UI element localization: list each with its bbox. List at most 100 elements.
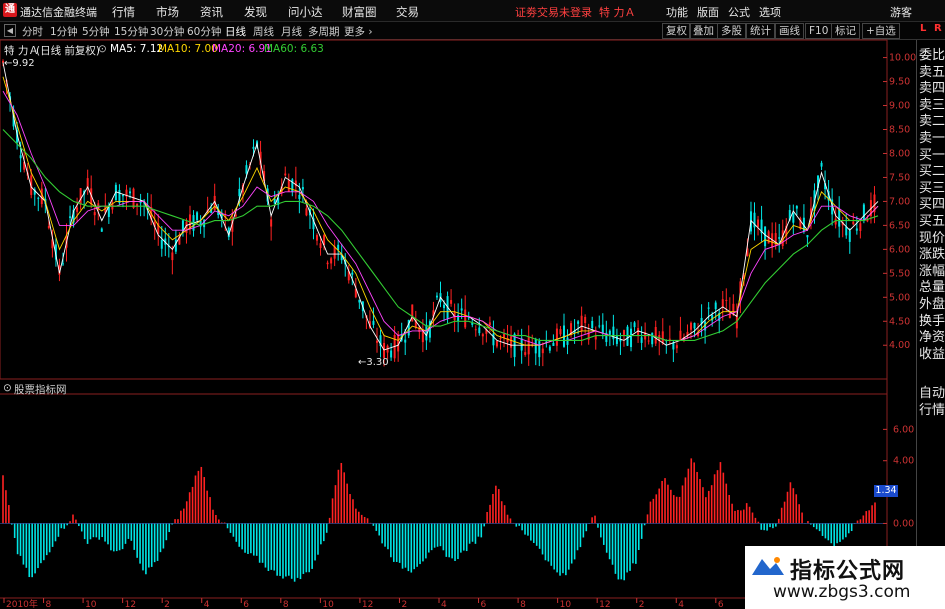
price-tick-label: 7.00 xyxy=(889,196,910,207)
candle-body xyxy=(93,212,96,216)
candle-body xyxy=(499,337,502,339)
candle-body xyxy=(404,339,407,343)
candle-body xyxy=(591,320,594,328)
candle-body xyxy=(862,204,865,221)
candle-body xyxy=(601,324,604,334)
panel-item: 涨跌 xyxy=(919,247,945,263)
candle-body xyxy=(541,348,544,354)
candle-body xyxy=(139,201,142,204)
panel-item: 涨幅 xyxy=(919,263,945,279)
candle-body xyxy=(457,314,460,322)
panel-item: 委比 xyxy=(919,48,945,63)
panel-item[interactable]: 行情 xyxy=(919,403,945,419)
candle-body xyxy=(351,272,354,275)
panel-R-label[interactable]: R xyxy=(934,23,942,34)
price-tick-label: 9.00 xyxy=(889,101,910,112)
candle-body xyxy=(171,252,174,261)
candle-body xyxy=(435,295,438,298)
candle-body xyxy=(47,226,50,229)
candle-body xyxy=(252,146,255,149)
time-tick-label: 2 xyxy=(401,600,407,609)
panel-item[interactable]: 自动 xyxy=(919,386,945,402)
time-tick-label: 12 xyxy=(599,600,610,609)
candle-body xyxy=(707,307,710,309)
panel-item: 总量 xyxy=(919,280,945,296)
candle-body xyxy=(319,243,322,248)
candle-body xyxy=(859,223,862,231)
time-tick-label: 8 xyxy=(283,600,289,609)
price-tick-label: 6.50 xyxy=(889,220,910,231)
candle-body xyxy=(503,333,506,338)
panel-item: 买四 xyxy=(919,197,945,213)
candle-body xyxy=(630,328,633,348)
chart-frame xyxy=(0,39,888,599)
candle-body xyxy=(464,309,467,328)
price-tick-label: 9.50 xyxy=(889,77,910,88)
panel-item: 卖四 xyxy=(919,81,945,97)
indicator-tick-label: 0.00 xyxy=(893,518,914,529)
candle-body xyxy=(534,339,537,354)
time-tick-label: 2 xyxy=(639,600,645,609)
candle-body xyxy=(714,302,717,310)
candle-body xyxy=(580,315,583,332)
time-tick-label: 12 xyxy=(125,600,136,609)
candle-body xyxy=(721,299,724,308)
candle-body xyxy=(693,322,696,329)
panel-item: 换手 xyxy=(919,313,945,329)
candle-body xyxy=(654,327,657,344)
time-tick-label: 12 xyxy=(362,600,373,609)
candle-body xyxy=(121,194,124,197)
candle-layer xyxy=(2,59,876,367)
candle-body xyxy=(764,226,767,247)
candle-body xyxy=(301,187,304,190)
candle-body xyxy=(305,208,308,216)
indicator-settings-icon[interactable]: ⊙ xyxy=(3,382,12,394)
price-chart[interactable]: 10.00 9.50 9.00 8.50 8.00 7.50 7.00 6.50 6.00 5.5… xyxy=(0,0,945,609)
candle-body xyxy=(651,332,654,345)
candle-body xyxy=(552,342,555,346)
candle-body xyxy=(298,195,301,199)
price-tick-label: 4.50 xyxy=(889,316,910,327)
time-tick-label: 10 xyxy=(85,600,97,609)
candle-body xyxy=(326,262,329,265)
panel-item: 卖三 xyxy=(919,97,945,113)
candle-body xyxy=(284,173,287,176)
price-tick-label: 6.00 xyxy=(889,244,910,255)
candle-body xyxy=(478,327,481,334)
panel-item: 卖一 xyxy=(919,131,945,146)
candle-body xyxy=(566,337,569,345)
panel-item: 卖五 xyxy=(919,64,945,80)
time-tick-label: 4 xyxy=(678,600,684,609)
time-tick-label: 6 xyxy=(718,600,724,609)
panel-L-label[interactable]: L xyxy=(920,23,926,34)
panel-item: 净资 xyxy=(919,330,945,346)
panel-item: 买二 xyxy=(919,164,945,180)
candle-body xyxy=(640,337,643,343)
candle-body xyxy=(19,155,22,159)
price-tick-label: 4.00 xyxy=(889,340,910,351)
price-tick-label: 10.00 xyxy=(889,53,916,64)
price-tick-label: 5.50 xyxy=(889,268,910,279)
candle-body xyxy=(390,350,393,358)
time-tick-label: 6 xyxy=(243,600,249,609)
candle-body xyxy=(270,219,273,227)
ma-line-ma60 xyxy=(2,129,879,341)
candle-body xyxy=(637,327,640,336)
candle-body xyxy=(287,180,290,192)
price-tick-label: 8.50 xyxy=(889,125,910,136)
candle-body xyxy=(61,263,64,265)
candle-body xyxy=(76,207,79,212)
candle-body xyxy=(661,331,664,344)
candle-body xyxy=(460,308,463,311)
candle-body xyxy=(517,333,520,335)
candle-body xyxy=(481,334,484,337)
candle-body xyxy=(538,341,541,358)
watermark-title: 指标公式网 xyxy=(790,559,906,584)
candle-body xyxy=(848,230,851,242)
candle-body xyxy=(160,239,163,249)
candle-body xyxy=(450,300,453,304)
candle-body xyxy=(622,330,625,335)
high-annotation: ←9.92 xyxy=(4,58,35,69)
candle-body xyxy=(675,345,678,349)
candle-body xyxy=(372,320,375,325)
